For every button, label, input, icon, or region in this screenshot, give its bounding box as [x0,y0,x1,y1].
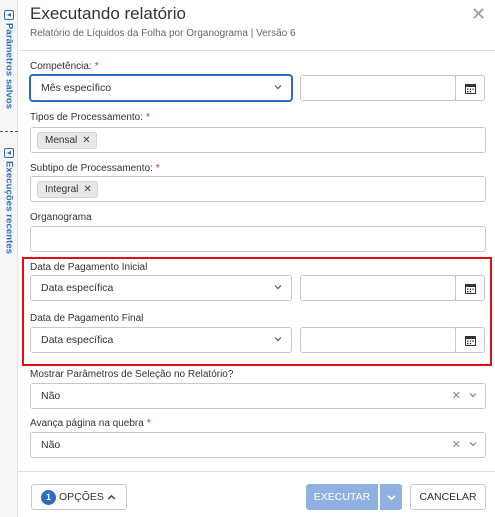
subtipo-processamento-label: Subtipo de Processamento: * [30,163,160,174]
competencia-label: Competência: * [30,61,99,72]
avanca-pagina-label: Avança página na quebra * [30,418,151,429]
tag-chip: Mensal ✕ [37,131,97,149]
highlight-box [22,257,492,366]
chevron-down-icon [274,85,282,90]
options-count-badge: 1 [41,489,56,505]
organograma-input[interactable] [30,226,486,252]
chevron-down-icon [387,494,395,500]
chevron-up-icon [107,494,116,500]
panel-arrow-icon: ◂ [4,10,14,20]
tag-chip: Integral ✕ [37,180,98,198]
subtipo-processamento-field[interactable]: Integral ✕ [30,176,486,202]
required-mark: * [146,418,151,429]
rail-divider [0,131,18,132]
clear-icon[interactable]: ✕ [452,389,461,402]
organograma-label: Organograma [30,212,92,223]
cancel-button[interactable]: CANCELAR [410,484,486,510]
tipos-processamento-label: Tipos de Processamento: * [30,112,150,123]
execute-button[interactable]: EXECUTAR [306,484,378,510]
calendar-icon [464,83,476,94]
footer-divider [18,471,495,472]
tipos-processamento-field[interactable]: Mensal ✕ [30,127,486,153]
close-icon[interactable]: ✕ [471,5,486,23]
required-mark: * [146,112,150,123]
panel-arrow-icon: ◂ [4,148,14,158]
options-label: OPÇÕES [59,491,104,503]
competencia-select[interactable]: Mês específico [30,75,292,101]
execute-dropdown-button[interactable] [380,484,402,510]
mostrar-parametros-label: Mostrar Parâmetros de Seleção no Relatór… [30,369,234,380]
remove-tag-icon[interactable]: ✕ [82,135,90,146]
required-mark: * [155,163,160,174]
clear-icon[interactable]: ✕ [452,438,461,451]
remove-tag-icon[interactable]: ✕ [83,184,91,195]
mostrar-parametros-select[interactable]: Não ✕ [30,383,486,409]
dialog-title: Executando relatório [30,4,186,23]
mostrar-parametros-value: Não [41,390,61,402]
dialog-subtitle: Relatório de Líquidos da Folha por Organ… [30,28,296,39]
competencia-value: Mês específico [41,82,112,94]
recent-runs-label: Execuções recentes [3,161,15,255]
saved-params-tab[interactable]: ◂ Parâmetros salvos [0,10,18,109]
competencia-date-input[interactable] [300,75,456,101]
options-button[interactable]: 1 OPÇÕES [31,484,127,510]
competencia-calendar-button[interactable] [455,75,485,101]
chevron-down-icon [469,393,477,398]
avanca-pagina-value: Não [41,439,61,451]
header-divider [18,50,495,51]
required-mark: * [94,61,99,72]
recent-runs-tab[interactable]: ◂ Execuções recentes [0,148,18,254]
side-rail: ◂ Parâmetros salvos ◂ Execuções recentes [0,0,18,517]
saved-params-label: Parâmetros salvos [3,23,15,110]
chevron-down-icon [469,442,477,447]
avanca-pagina-select[interactable]: Não ✕ [30,432,486,458]
